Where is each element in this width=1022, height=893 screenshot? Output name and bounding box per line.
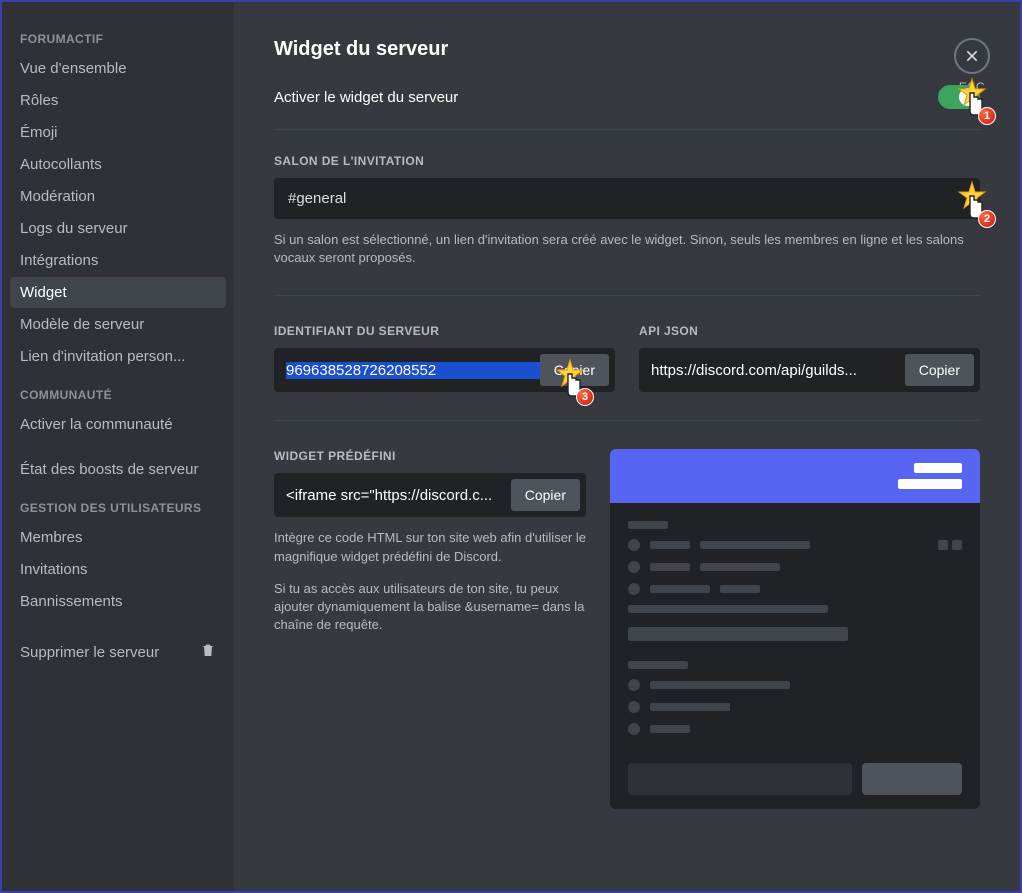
server-id-field[interactable]: 969638528726208552 Copier <box>274 348 615 392</box>
enable-widget-row: Activer le widget du serveur 1 <box>274 85 980 130</box>
invite-channel-value: #general <box>288 190 346 207</box>
delete-server-label: Supprimer le serveur <box>20 644 159 661</box>
widget-preview-footer <box>610 763 980 809</box>
sidebar-item-custom-invite[interactable]: Lien d'invitation person... <box>10 341 226 372</box>
sidebar-item-overview[interactable]: Vue d'ensemble <box>10 53 226 84</box>
premade-widget-value: <iframe src="https://discord.c... <box>286 487 511 504</box>
copy-server-id-button[interactable]: Copier <box>540 354 609 386</box>
premade-help-1: Intègre ce code HTML sur ton site web af… <box>274 529 586 565</box>
server-id-heading: IDENTIFIANT DU SERVEUR <box>274 324 615 338</box>
api-json-heading: API JSON <box>639 324 980 338</box>
sidebar-item-emoji[interactable]: Émoji <box>10 117 226 148</box>
sidebar-item-delete-server[interactable]: Supprimer le serveur <box>10 635 226 669</box>
premade-widget-field[interactable]: <iframe src="https://discord.c... Copier <box>274 473 586 517</box>
toggle-knob <box>959 88 977 106</box>
sidebar-item-audit-log[interactable]: Logs du serveur <box>10 213 226 244</box>
sidebar-item-bans[interactable]: Bannissements <box>10 586 226 617</box>
premade-help-2: Si tu as accès aux utilisateurs de ton s… <box>274 580 586 635</box>
widget-preview-body <box>610 503 980 763</box>
sidebar-heading-community: COMMUNAUTÉ <box>10 382 226 408</box>
api-json-value: https://discord.com/api/guilds... <box>651 362 905 379</box>
close-button[interactable] <box>954 38 990 74</box>
sidebar-item-roles[interactable]: Rôles <box>10 85 226 116</box>
invite-channel-select[interactable]: #general <box>274 178 980 219</box>
sidebar-item-members[interactable]: Membres <box>10 522 226 553</box>
sidebar-item-moderation[interactable]: Modération <box>10 181 226 212</box>
enable-widget-toggle[interactable] <box>938 85 980 109</box>
page-title: Widget du serveur <box>274 38 980 61</box>
api-json-field[interactable]: https://discord.com/api/guilds... Copier <box>639 348 980 392</box>
settings-sidebar: FORUMACTIF Vue d'ensemble Rôles Émoji Au… <box>2 2 234 891</box>
sidebar-item-stickers[interactable]: Autocollants <box>10 149 226 180</box>
copy-api-json-button[interactable]: Copier <box>905 354 974 386</box>
invite-channel-heading: SALON DE L'INVITATION <box>274 154 980 168</box>
close-icon <box>964 48 980 64</box>
premade-widget-heading: WIDGET PRÉDÉFINI <box>274 449 586 463</box>
sidebar-item-enable-community[interactable]: Activer la communauté <box>10 409 226 440</box>
sidebar-item-integrations[interactable]: Intégrations <box>10 245 226 276</box>
widget-preview-header <box>610 449 980 503</box>
sidebar-item-widget[interactable]: Widget <box>10 277 226 308</box>
main-content: ESC Widget du serveur Activer le widget … <box>234 2 1020 891</box>
sidebar-heading-forumactif: FORUMACTIF <box>10 26 226 52</box>
server-id-value: 969638528726208552 <box>286 362 540 379</box>
sidebar-heading-user-mgmt: GESTION DES UTILISATEURS <box>10 495 226 521</box>
invite-channel-help: Si un salon est sélectionné, un lien d'i… <box>274 231 980 267</box>
sidebar-item-boost-status[interactable]: État des boosts de serveur <box>10 454 226 485</box>
trash-icon <box>200 642 216 662</box>
copy-premade-widget-button[interactable]: Copier <box>511 479 580 511</box>
sidebar-item-template[interactable]: Modèle de serveur <box>10 309 226 340</box>
sidebar-item-invites[interactable]: Invitations <box>10 554 226 585</box>
enable-widget-label: Activer le widget du serveur <box>274 89 458 106</box>
widget-preview <box>610 449 980 809</box>
